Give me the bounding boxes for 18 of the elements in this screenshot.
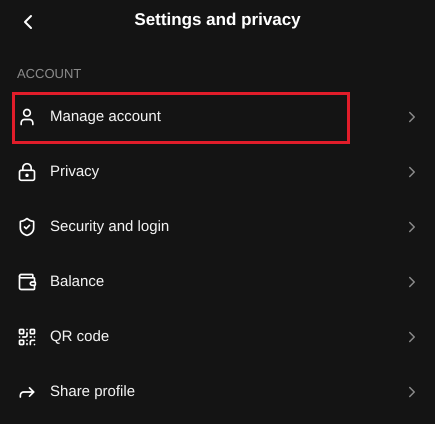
settings-item[interactable]: Manage account xyxy=(0,90,435,144)
qr-code-icon xyxy=(17,327,37,347)
item-label: Security and login xyxy=(50,216,170,237)
section-heading: ACCOUNT xyxy=(16,65,82,83)
item-label: Manage account xyxy=(50,106,161,127)
lock-icon xyxy=(17,162,37,182)
item-label: Balance xyxy=(50,272,104,292)
wallet-icon xyxy=(17,272,37,292)
shield-check-icon xyxy=(17,217,37,237)
settings-item[interactable]: QR code xyxy=(0,310,435,364)
settings-item[interactable]: Security and login xyxy=(0,200,435,254)
page-title: Settings and privacy xyxy=(134,9,301,32)
settings-item[interactable]: Balance xyxy=(0,254,435,310)
item-label: Share profile xyxy=(50,382,136,402)
settings-item[interactable]: Privacy xyxy=(0,144,435,200)
item-label: QR code xyxy=(50,326,110,347)
settings-item[interactable]: Share profile xyxy=(0,364,435,420)
item-label: Privacy xyxy=(50,162,100,182)
